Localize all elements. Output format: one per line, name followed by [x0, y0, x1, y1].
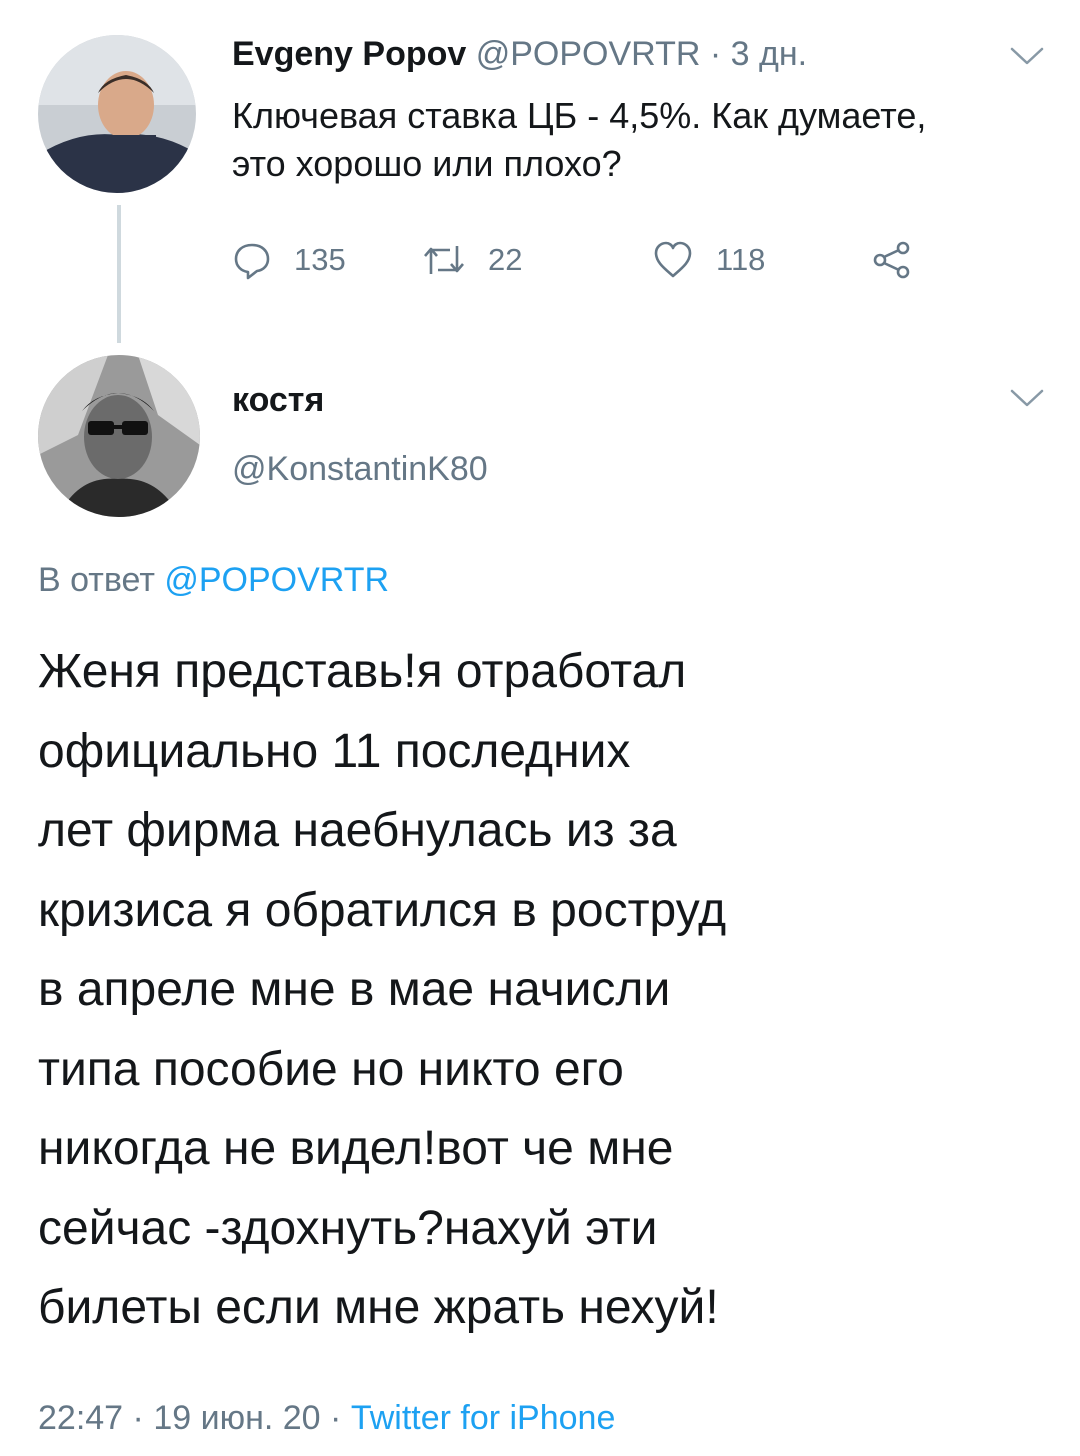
header-separator: ·	[709, 35, 722, 73]
tweet-date[interactable]: 19 июн. 20	[153, 1399, 320, 1437]
reply-text-line: кризиса я обратился в роструд	[38, 883, 727, 937]
thread-connector-line	[117, 205, 121, 343]
footer-separator: ·	[132, 1399, 144, 1437]
share-icon	[873, 241, 910, 279]
parent-tweet-time[interactable]: 3 дн.	[731, 35, 807, 73]
chevron-down-icon	[1010, 389, 1044, 407]
reply-author-avatar[interactable]	[38, 355, 200, 517]
heart-icon	[654, 241, 692, 278]
reply-count: 135	[294, 242, 346, 277]
retweet-button[interactable]: 22	[422, 238, 522, 282]
like-count: 118	[716, 242, 766, 277]
reply-text-line: сейчас -здохнуть?нахуй эти	[38, 1201, 658, 1255]
retweet-count: 22	[488, 242, 523, 277]
parent-tweet-actions: 135 22 118	[232, 238, 932, 282]
reply-text-line: лет фирма наебнулась из за	[38, 804, 677, 857]
footer-separator: ·	[330, 1399, 342, 1437]
reply-text-line: в апреле мне в мае начисли	[38, 963, 671, 1016]
reply-bubble-icon	[234, 243, 270, 280]
parent-author-name[interactable]: Evgeny Popov	[232, 35, 466, 73]
reply-text-line: официально 11 последних	[38, 724, 631, 778]
reply-more-button[interactable]	[1008, 386, 1046, 410]
parent-author-avatar[interactable]	[38, 35, 196, 193]
parent-author-handle[interactable]: @POPOVRTR	[476, 35, 701, 73]
tweet-time[interactable]: 22:47	[38, 1399, 123, 1437]
person-photo-avatar-icon	[38, 355, 200, 517]
tweet-source-link[interactable]: Twitter for iPhone	[351, 1399, 616, 1437]
reply-tweet-footer: 22:47 · 19 июн. 20 · Twitter for iPhone	[38, 1398, 615, 1438]
reply-tweet-text: Женя представь!я отработал официально 11…	[38, 632, 1048, 1348]
reply-author-name[interactable]: костя	[232, 380, 324, 420]
reply-button[interactable]: 135	[232, 238, 346, 282]
reply-author-handle[interactable]: @KonstantinK80	[232, 449, 488, 489]
person-photo-avatar-icon	[38, 35, 196, 193]
parent-more-button[interactable]	[1008, 44, 1046, 68]
parent-tweet-text: Ключевая ставка ЦБ - 4,5%. Как думаете, …	[232, 95, 927, 184]
like-button[interactable]: 118	[652, 238, 765, 282]
reply-text-line: Женя представь!я отработал	[38, 645, 687, 698]
replying-to-handle-link[interactable]: @POPOVRTR	[164, 561, 389, 599]
reply-text-line: билеты если мне жрать нехуй!	[38, 1281, 719, 1334]
replying-to-label: В ответ	[38, 561, 155, 599]
reply-text-line: типа пособие но никто его	[38, 1042, 624, 1096]
chevron-down-icon	[1010, 47, 1044, 65]
retweet-icon	[424, 246, 464, 274]
reply-text-line: никогда не видел!вот че мне	[38, 1122, 674, 1175]
share-button[interactable]	[872, 238, 934, 282]
parent-tweet-header: Evgeny Popov @POPOVRTR · 3 дн.	[232, 34, 807, 74]
replying-to: В ответ @POPOVRTR	[38, 560, 389, 600]
